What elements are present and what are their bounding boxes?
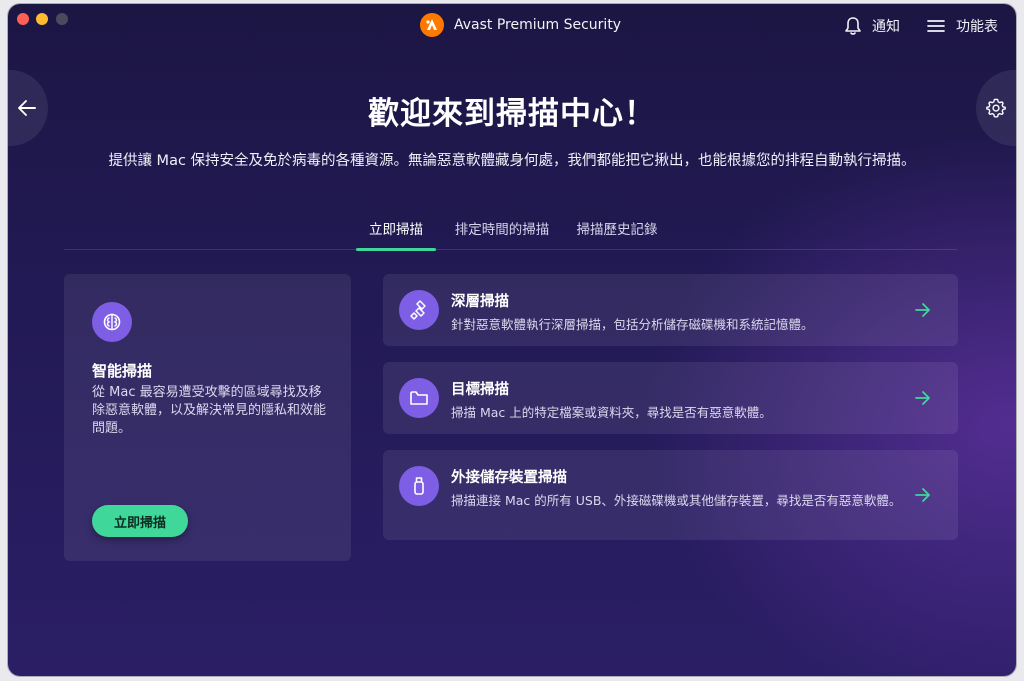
smart-scan-description: 從 Mac 最容易遭受攻擊的區域尋找及移除惡意軟體，以及解決常見的隱私和效能問題… xyxy=(92,385,327,436)
external-storage-scan-description: 掃描連接 Mac 的所有 USB、外接磁碟機或其他儲存裝置，尋找是否有惡意軟體。 xyxy=(451,493,902,508)
tab-scan-history[interactable]: 掃描歷史記錄 xyxy=(569,220,665,250)
bell-icon xyxy=(845,17,861,35)
window-maximize-button[interactable] xyxy=(56,13,68,25)
external-storage-scan-title: 外接儲存裝置掃描 xyxy=(451,470,567,486)
app-title: Avast Premium Security xyxy=(454,17,622,33)
targeted-scan-description: 掃描 Mac 上的特定檔案或資料夾，尋找是否有惡意軟體。 xyxy=(451,405,772,420)
arrow-right-icon xyxy=(915,303,930,317)
folder-icon xyxy=(399,378,439,418)
arrow-right-icon xyxy=(915,488,930,502)
window-close-button[interactable] xyxy=(17,13,29,25)
app-window: Avast Premium Security 通知 功能表 歡迎來到掃描中心！ … xyxy=(8,4,1016,676)
targeted-scan-card[interactable]: 目標掃描 掃描 Mac 上的特定檔案或資料夾，尋找是否有惡意軟體。 xyxy=(383,362,958,434)
app-title-group: Avast Premium Security xyxy=(420,13,621,37)
title-bar: Avast Premium Security 通知 功能表 xyxy=(8,4,1016,48)
deep-scan-icon xyxy=(399,290,439,330)
avast-logo-icon xyxy=(420,13,444,37)
targeted-scan-title: 目標掃描 xyxy=(451,382,509,398)
scan-tabs: 立即掃描 排定時間的掃描 掃描歷史記錄 xyxy=(64,220,957,251)
tab-scheduled-scans[interactable]: 排定時間的掃描 xyxy=(447,220,557,250)
deep-scan-description: 針對惡意軟體執行深層掃描，包括分析儲存磁碟機和系統記憶體。 xyxy=(451,317,814,332)
page-title: 歡迎來到掃描中心！ xyxy=(368,96,656,132)
deep-scan-card[interactable]: 深層掃描 針對惡意軟體執行深層掃描，包括分析儲存磁碟機和系統記憶體。 xyxy=(383,274,958,346)
smart-scan-title: 智能掃描 xyxy=(92,362,153,380)
usb-icon xyxy=(399,466,439,506)
brain-icon xyxy=(92,302,132,342)
window-minimize-button[interactable] xyxy=(36,13,48,25)
menu-button[interactable]: 功能表 xyxy=(926,16,998,36)
deep-scan-title: 深層掃描 xyxy=(451,294,509,310)
page-subtitle: 提供讓 Mac 保持安全及免於病毒的各種資源。無論惡意軟體藏身何處，我們都能把它… xyxy=(108,153,916,169)
notifications-label: 通知 xyxy=(872,19,900,35)
external-storage-scan-card[interactable]: 外接儲存裝置掃描 掃描連接 Mac 的所有 USB、外接磁碟機或其他儲存裝置，尋… xyxy=(383,450,958,540)
hamburger-menu-icon xyxy=(927,20,945,32)
menu-label: 功能表 xyxy=(956,19,998,35)
smart-scan-card: 智能掃描 從 Mac 最容易遭受攻擊的區域尋找及移除惡意軟體，以及解決常見的隱私… xyxy=(64,274,351,561)
tab-scan-now[interactable]: 立即掃描 xyxy=(356,220,436,251)
notifications-button[interactable]: 通知 xyxy=(844,16,900,36)
run-smart-scan-button[interactable]: 立即掃描 xyxy=(92,505,188,537)
top-right-menu: 通知 功能表 xyxy=(844,14,998,38)
arrow-right-icon xyxy=(915,391,930,405)
